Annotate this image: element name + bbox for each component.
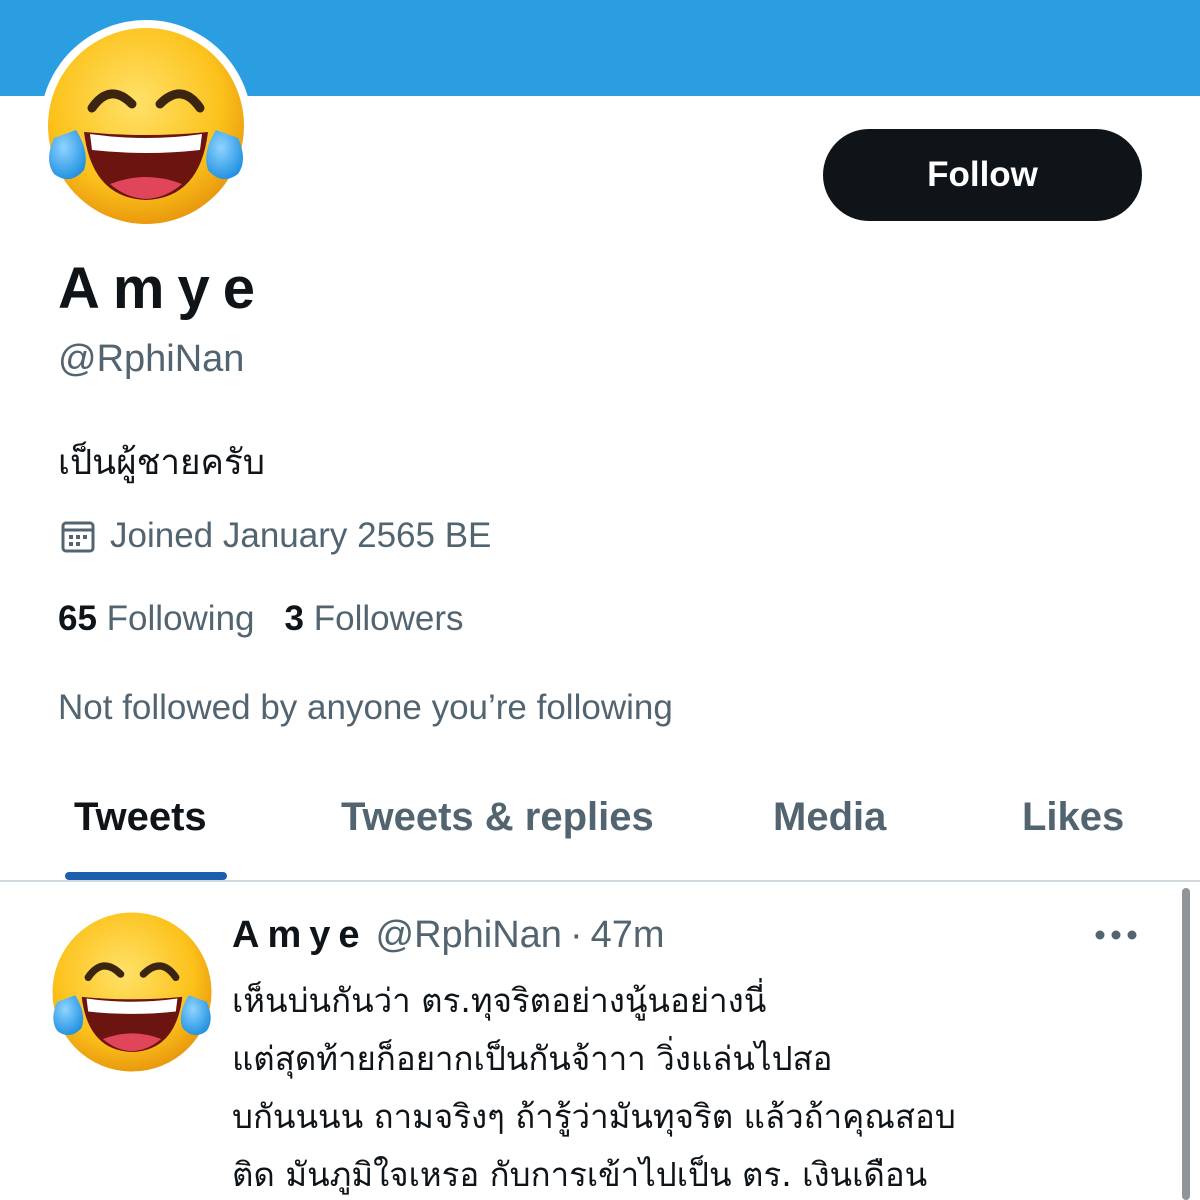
joined-text: Joined January 2565 BE (110, 516, 492, 555)
followers-count: 3 (284, 599, 304, 638)
tweet-author-name[interactable]: Amye (232, 912, 368, 958)
tab-tweets[interactable]: Tweets (74, 792, 207, 842)
profile-avatar[interactable] (40, 20, 252, 232)
calendar-icon (60, 517, 96, 555)
tweet-text-line: บกันนนน ถามจริงๆ ถ้ารู้ว่ามันทุจริต แล้ว… (232, 1097, 956, 1136)
tweet-text-line: แต่สุดท้ายก็อยากเป็นกันจ้าาา วิ่งแล่นไปส… (232, 1039, 833, 1078)
not-followed-note: Not followed by anyone you’re following (58, 688, 673, 727)
active-tab-indicator (65, 872, 227, 880)
more-options-button[interactable] (1092, 920, 1140, 950)
tweet-header: Amye @RphiNan · 47m (232, 912, 665, 958)
follow-button[interactable]: Follow (823, 129, 1142, 221)
followers-label: Followers (313, 599, 464, 638)
followers-link[interactable]: 3 Followers (285, 597, 464, 641)
tweet-text-line: ติด มันภูมิใจเหรอ กับการเข้าไปเป็น ตร. เ… (232, 1155, 928, 1194)
more-horizontal-icon (1095, 930, 1137, 940)
tweet-separator: · (569, 914, 583, 956)
profile-handle: @RphiNan (58, 338, 245, 380)
tweet-timestamp[interactable]: 47m (591, 912, 665, 958)
following-count: 65 (58, 599, 97, 638)
tweet-text-line: เห็นบ่นกันว่า ตร.ทุจริตอย่างนู้นอย่างนี่ (232, 981, 767, 1020)
face-with-tears-of-joy-icon (48, 28, 244, 224)
tabs-divider (0, 880, 1200, 882)
joined-date: Joined January 2565 BE (60, 514, 491, 558)
tweet-author-handle[interactable]: @RphiNan (376, 912, 562, 958)
tab-tweets-and-replies[interactable]: Tweets & replies (341, 792, 654, 842)
follow-stats: 65 Following 3 Followers (58, 597, 494, 641)
profile-tabs: Tweets Tweets & replies Media Likes (0, 770, 1200, 880)
profile-page: Follow Amye @RphiNan เป็นผู้ชายครับ Join… (0, 0, 1200, 1200)
profile-bio: เป็นผู้ชายครับ (58, 443, 265, 483)
following-label: Following (106, 599, 255, 638)
following-link[interactable]: 65 Following (58, 597, 255, 641)
tweet-avatar[interactable] (46, 906, 218, 1078)
tab-media[interactable]: Media (773, 792, 886, 842)
face-with-tears-of-joy-icon (52, 912, 212, 1072)
scrollbar[interactable] (1182, 888, 1190, 1200)
tab-likes[interactable]: Likes (1022, 792, 1124, 842)
tweet-text: เห็นบ่นกันว่า ตร.ทุจริตอย่างนู้นอย่างนี่… (232, 972, 1132, 1200)
profile-display-name: Amye (58, 256, 268, 321)
